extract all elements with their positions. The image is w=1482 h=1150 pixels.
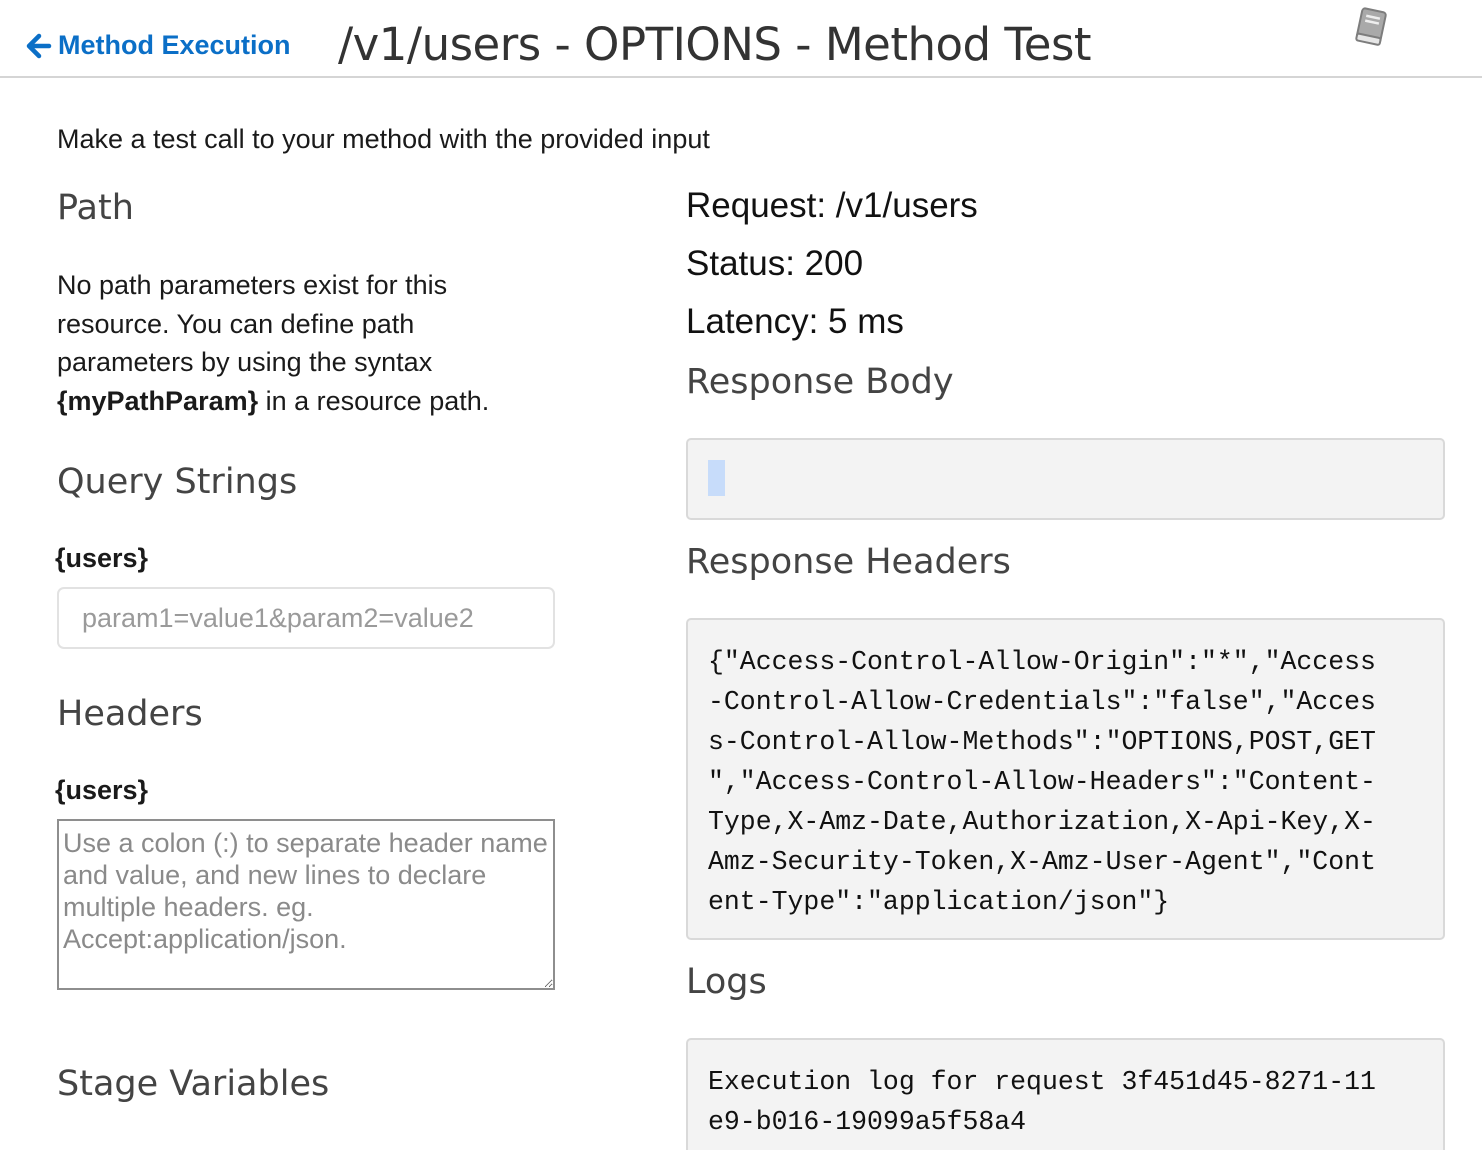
intro-text: Make a test call to your method with the… [57, 124, 710, 154]
path-param-syntax: {myPathParam} [57, 385, 259, 416]
response-headers-line: ","Access-Control-Allow-Headers":"Conten… [708, 767, 1376, 797]
path-desc-tail: in a resource path. [258, 385, 490, 416]
top-bar: Method Execution /v1/users - OPTIONS - M… [0, 0, 1482, 78]
path-desc-line: No path parameters exist for this [57, 270, 448, 300]
book-icon[interactable] [1350, 6, 1392, 48]
response-headers-line: {"Access-Control-Allow-Origin":"*","Acce… [708, 647, 1376, 677]
response-headers-line: s-Control-Allow-Methods":"OPTIONS,POST,G… [708, 727, 1376, 757]
method-execution-back-link[interactable]: Method Execution [26, 30, 291, 61]
arrow-left-icon [26, 33, 52, 58]
request-path: Request: /v1/users [686, 186, 978, 225]
response-body-box[interactable] [686, 438, 1445, 520]
response-headers-line: Amz-Security-Token,X-Amz-User-Agent","Co… [708, 847, 1376, 877]
path-desc-line: resource. You can define path [57, 308, 415, 339]
response-status: Status: 200 [686, 244, 864, 283]
response-headers-line: -Control-Allow-Credentials":"false","Acc… [708, 687, 1376, 717]
headers-heading: Headers [57, 694, 203, 734]
logs-box[interactable]: Execution log for request 3f451d45-8271-… [686, 1038, 1445, 1150]
path-description: No path parameters exist for this resour… [57, 266, 527, 420]
query-strings-label: {users} [55, 543, 149, 573]
response-headers-line: ent-Type":"application/json"} [708, 887, 1170, 917]
path-desc-line: parameters by using the syntax [57, 347, 433, 377]
logs-heading: Logs [686, 962, 767, 1002]
response-headers-line: Type,X-Amz-Date,Authorization,X-Api-Key,… [708, 807, 1376, 837]
headers-label: {users} [55, 775, 149, 805]
response-headers-box[interactable]: {"Access-Control-Allow-Origin":"*","Acce… [686, 618, 1445, 940]
logs-line: e9-b016-19099a5f58a4 [708, 1107, 1027, 1137]
query-strings-input[interactable] [57, 587, 555, 649]
text-selection-cursor [708, 460, 725, 496]
back-link-label[interactable]: Method Execution [58, 30, 291, 61]
path-heading: Path [57, 188, 134, 228]
stage-variables-heading: Stage Variables [57, 1064, 330, 1104]
path-desc-line: {myPathParam} in a resource path. [57, 382, 527, 421]
query-strings-heading: Query Strings [57, 462, 298, 502]
headers-textarea[interactable] [57, 819, 555, 990]
response-headers-heading: Response Headers [686, 542, 1011, 582]
response-latency: Latency: 5 ms [686, 302, 904, 341]
logs-line: Execution log for request 3f451d45-8271-… [708, 1067, 1376, 1097]
page-title: /v1/users - OPTIONS - Method Test [338, 18, 1092, 71]
response-body-heading: Response Body [686, 362, 954, 402]
